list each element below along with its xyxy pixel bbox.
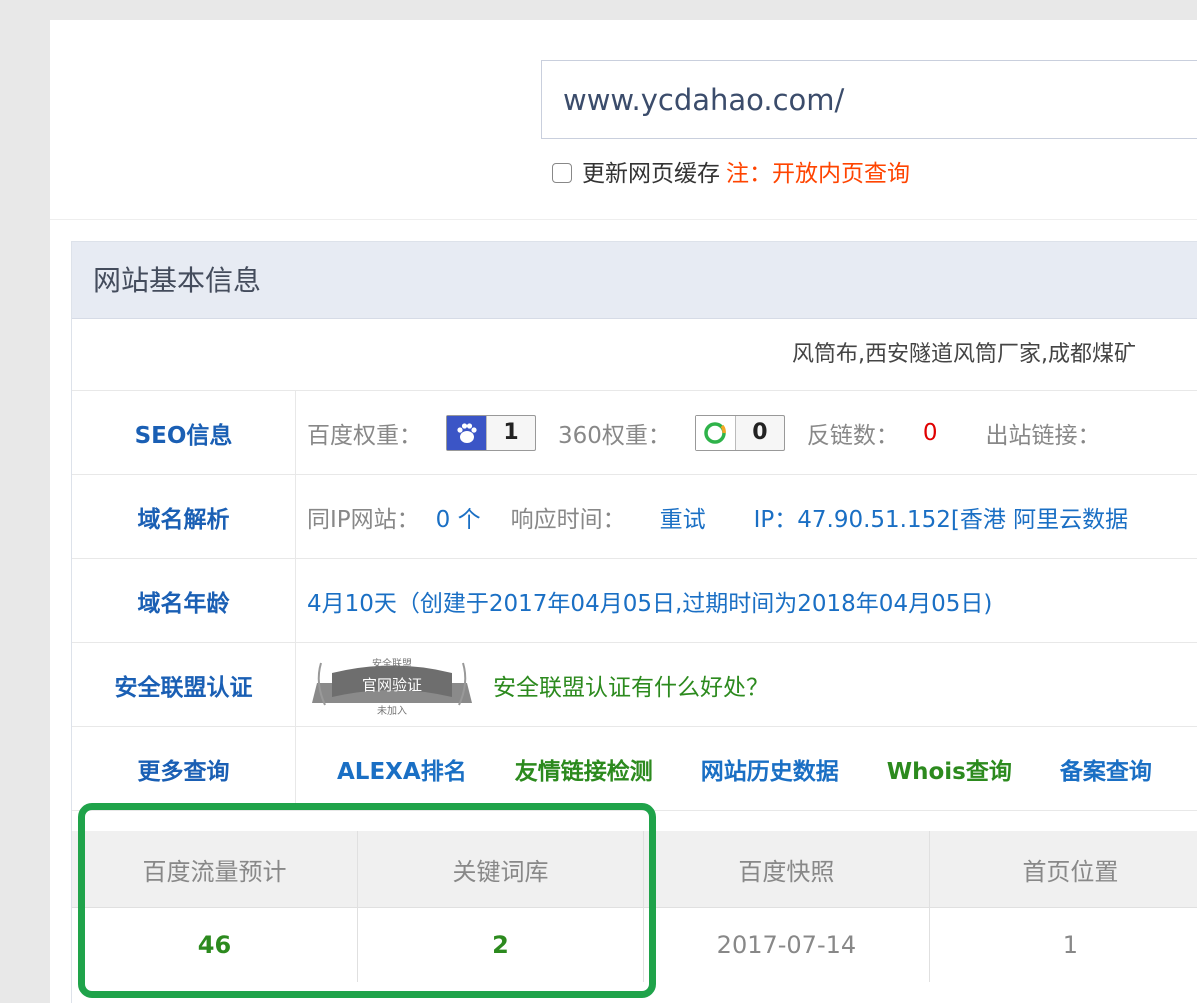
360-weight-badge[interactable]: 0	[694, 414, 785, 451]
more-queries-content: ALEXA排名 友情链接检测 网站历史数据 Whois查询 备案查询	[337, 727, 1197, 810]
panel-title: 网站基本信息	[72, 242, 1197, 319]
domain-age-content: 4月10天（创建于2017年04月05日,过期时间为2018年04月05日)	[307, 559, 992, 642]
domain-age-label: 域名年龄	[72, 559, 296, 642]
same-ip-value[interactable]: 0 个	[436, 500, 481, 534]
security-label: 安全联盟认证	[72, 643, 296, 726]
stats-header-traffic: 百度流量预计	[72, 831, 358, 907]
seo-label: SEO信息	[72, 391, 296, 474]
same-ip-label: 同IP网站：	[307, 506, 420, 533]
stats-header-homepage-position: 首页位置	[930, 831, 1197, 907]
dns-label: 域名解析	[72, 475, 296, 558]
baidu-weight-value: 1	[503, 420, 519, 445]
url-input[interactable]	[541, 60, 1197, 139]
seal-top-text: 安全联盟	[372, 657, 412, 670]
outlinks-label: 出站链接：	[985, 422, 1101, 449]
site-info-panel: 网站基本信息 风筒布,西安隧道风筒厂家,成都煤矿 SEO信息 百度权重： 1 3…	[71, 241, 1197, 1003]
description-row: 风筒布,西安隧道风筒厂家,成都煤矿	[72, 319, 1197, 391]
icp-record-link[interactable]: 备案查询	[1060, 752, 1152, 786]
inner-page-note[interactable]: 注：开放内页查询	[726, 154, 910, 188]
retry-link[interactable]: 重试	[660, 500, 706, 534]
dns-row: 域名解析 同IP网站： 0 个 响应时间： 重试 IP：47.90.51.152…	[72, 475, 1197, 559]
site-description: 风筒布,西安隧道风筒厂家,成都煤矿	[792, 342, 1136, 367]
stats-header-keywords: 关键词库	[358, 831, 644, 907]
stats-value-traffic[interactable]: 46	[72, 908, 358, 982]
360-weight-label: 360权重：	[558, 422, 671, 449]
friend-link-check-link[interactable]: 友情链接检测	[515, 752, 653, 786]
stats-header-snapshot: 百度快照	[644, 831, 930, 907]
more-queries-label: 更多查询	[72, 727, 296, 810]
search-area: 更新网页缓存 注：开放内页查询	[50, 20, 1197, 220]
domain-age-value: 4月10天（创建于2017年04月05日,过期时间为2018年04月05日)	[307, 590, 993, 617]
stats-table: 百度流量预计 关键词库 百度快照 首页位置 46 2 2017-07-14 1	[72, 831, 1197, 982]
security-row: 安全联盟认证 安全联盟 官网验证 未加入 安全联盟认证有什么好处？	[72, 643, 1197, 727]
whois-link[interactable]: Whois查询	[887, 752, 1012, 786]
domain-age-row: 域名年龄 4月10天（创建于2017年04月05日,过期时间为2018年04月0…	[72, 559, 1197, 643]
update-cache-label: 更新网页缓存	[582, 161, 720, 187]
baidu-weight-label: 百度权重：	[307, 422, 422, 449]
response-time-label: 响应时间：	[510, 506, 626, 533]
360-weight-value: 0	[752, 420, 768, 445]
update-cache-checkbox[interactable]	[552, 162, 572, 183]
baidu-weight-badge[interactable]: 1	[446, 414, 536, 451]
alexa-rank-link[interactable]: ALEXA排名	[337, 752, 467, 786]
verification-seal-icon[interactable]: 安全联盟 官网验证 未加入	[307, 653, 477, 717]
stats-value-snapshot: 2017-07-14	[644, 908, 930, 982]
stats-value-homepage-position: 1	[930, 908, 1197, 982]
seo-content: 百度权重： 1 360权重： 0 反链数： 0 出站链接：	[307, 391, 1101, 474]
page: 更新网页缓存 注：开放内页查询 网站基本信息 风筒布,西安隧道风筒厂家,成都煤矿…	[50, 20, 1197, 1003]
ip-address[interactable]: IP：47.90.51.152[香港 阿里云数据	[754, 500, 1129, 534]
baidu-paw-icon	[447, 415, 487, 450]
stats-header-row: 百度流量预计 关键词库 百度快照 首页位置	[72, 831, 1197, 908]
dns-content: 同IP网站： 0 个 响应时间： 重试 IP：47.90.51.152[香港 阿…	[307, 475, 1128, 558]
more-queries-row: 更多查询 ALEXA排名 友情链接检测 网站历史数据 Whois查询 备案查询	[72, 727, 1197, 811]
security-content: 安全联盟 官网验证 未加入 安全联盟认证有什么好处？	[307, 643, 769, 726]
360-logo-icon	[695, 415, 736, 450]
site-history-link[interactable]: 网站历史数据	[701, 752, 839, 786]
stats-value-keywords[interactable]: 2	[358, 908, 644, 982]
backlinks-value[interactable]: 0	[923, 420, 938, 446]
seal-main-text: 官网验证	[362, 676, 422, 694]
security-benefits-link[interactable]: 安全联盟认证有什么好处？	[493, 668, 769, 702]
stats-value-row: 46 2 2017-07-14 1	[72, 908, 1197, 982]
backlinks-label: 反链数：	[806, 422, 899, 449]
cache-row: 更新网页缓存 注：开放内页查询	[552, 154, 910, 188]
seo-row: SEO信息 百度权重： 1 360权重： 0 反链数： 0 出站链接：	[72, 391, 1197, 475]
seal-bottom-text: 未加入	[377, 705, 407, 717]
